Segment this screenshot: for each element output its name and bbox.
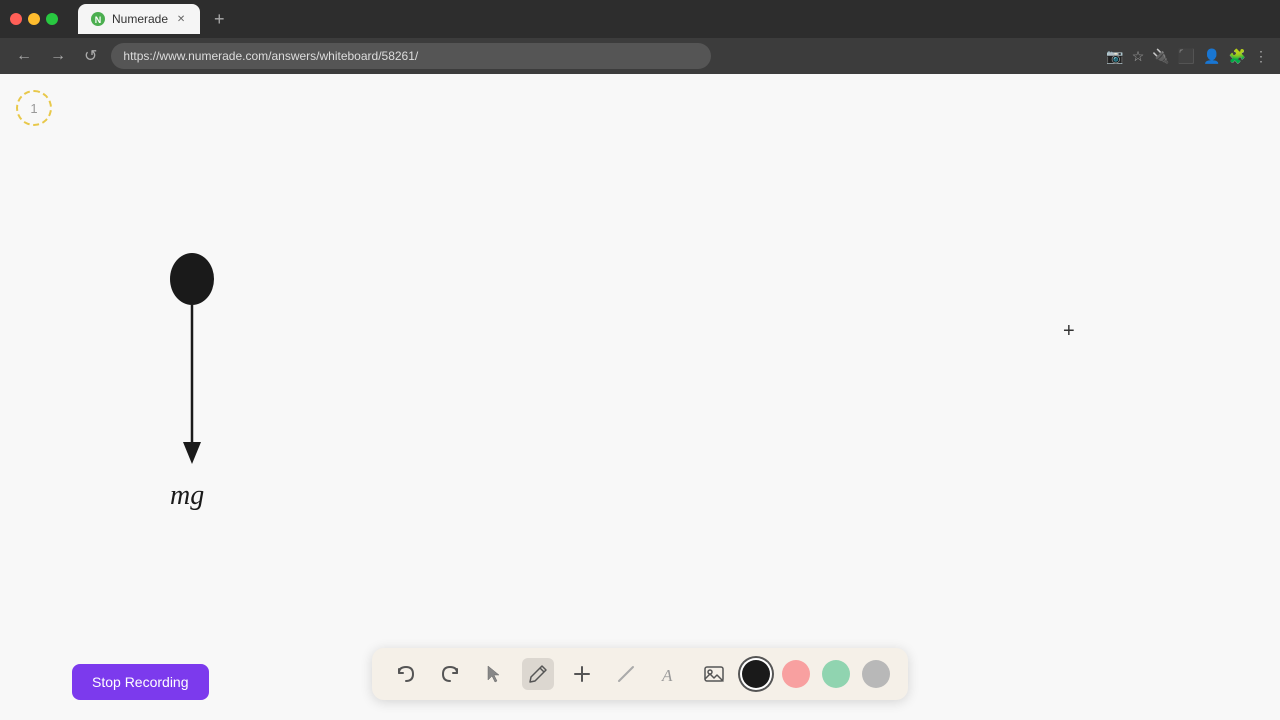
profile-icon[interactable]: 👤 [1203, 48, 1220, 65]
drawing-toolbar: A [372, 648, 908, 700]
color-green[interactable] [822, 660, 850, 688]
forward-button[interactable]: → [46, 45, 70, 67]
numerade-favicon: N [90, 11, 106, 27]
maximize-button[interactable] [46, 13, 58, 25]
svg-text:A: A [661, 666, 673, 684]
menu-icon[interactable]: ⋮ [1254, 48, 1268, 65]
extensions-icon[interactable]: 🧩 [1229, 48, 1246, 65]
title-bar: N Numerade ✕ + [0, 0, 1280, 38]
traffic-lights [10, 13, 58, 25]
color-gray[interactable] [862, 660, 890, 688]
cast-icon[interactable]: 📷 [1106, 48, 1123, 65]
new-tab-button[interactable]: + [208, 7, 231, 32]
browser-window: N Numerade ✕ + ← → ↺ https://www.numerad… [0, 0, 1280, 720]
undo-button[interactable] [390, 658, 422, 690]
active-tab[interactable]: N Numerade ✕ [78, 4, 200, 34]
whiteboard-svg: mg [0, 74, 1160, 654]
browser-toolbar-icons: 📷 ☆ 🔌 ⬛ 👤 🧩 ⋮ [1106, 48, 1268, 65]
color-pink[interactable] [782, 660, 810, 688]
redo-button[interactable] [434, 658, 466, 690]
url-bar[interactable]: https://www.numerade.com/answers/whitebo… [111, 43, 711, 69]
stop-recording-button[interactable]: Stop Recording [72, 664, 209, 700]
eraser-tool[interactable] [610, 658, 642, 690]
pen-tool[interactable] [522, 658, 554, 690]
select-tool[interactable] [478, 658, 510, 690]
add-tool[interactable] [566, 658, 598, 690]
tab-bar: N Numerade ✕ + [78, 4, 1270, 34]
back-button[interactable]: ← [12, 45, 36, 67]
address-bar: ← → ↺ https://www.numerade.com/answers/w… [0, 38, 1280, 74]
close-button[interactable] [10, 13, 22, 25]
tab-title: Numerade [112, 12, 168, 26]
color-black[interactable] [742, 660, 770, 688]
tab-close-button[interactable]: ✕ [174, 12, 188, 26]
image-tool[interactable] [698, 658, 730, 690]
whiteboard-content-area[interactable]: 1 + mg Stop Recording [0, 74, 1280, 720]
bookmark-icon[interactable]: ☆ [1132, 48, 1145, 65]
svg-text:N: N [95, 15, 102, 25]
apps-icon[interactable]: ⬛ [1178, 48, 1195, 65]
text-tool[interactable]: A [654, 658, 686, 690]
minimize-button[interactable] [28, 13, 40, 25]
extension-icon[interactable]: 🔌 [1152, 48, 1169, 65]
refresh-button[interactable]: ↺ [80, 44, 101, 68]
svg-text:mg: mg [170, 480, 204, 511]
url-text: https://www.numerade.com/answers/whitebo… [123, 49, 418, 63]
